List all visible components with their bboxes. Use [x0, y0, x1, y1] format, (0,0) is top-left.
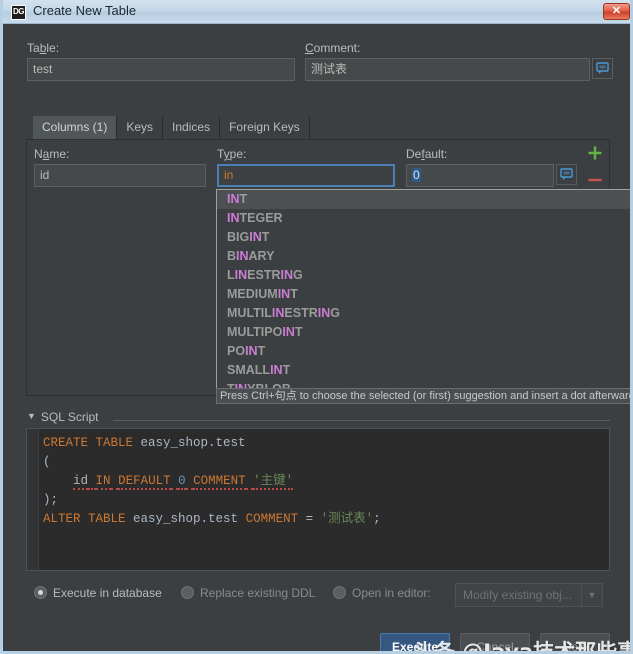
tab-columns[interactable]: Columns (1): [33, 116, 118, 139]
radio-dot-icon: [181, 586, 194, 599]
autocomplete-item[interactable]: MULTILINESTRING: [217, 304, 630, 323]
tab-foreign-keys[interactable]: Foreign Keys: [220, 116, 310, 139]
column-default-value: 0: [412, 168, 421, 182]
editor-gutter: [27, 429, 39, 570]
autocomplete-item[interactable]: INTEGER: [217, 209, 630, 228]
autocomplete-item[interactable]: INT: [217, 190, 630, 209]
autocomplete-item[interactable]: MEDIUMINT: [217, 285, 630, 304]
autocomplete-item[interactable]: BIGINT: [217, 228, 630, 247]
type-autocomplete-popup[interactable]: INT INTEGER BIGINT BINARY LINESTRING MED…: [216, 189, 630, 394]
dialog-body: Table: test Comment: 测试表 Columns (1) Key…: [3, 24, 630, 651]
column-default-input[interactable]: 0: [406, 164, 554, 187]
radio-dot-icon: [333, 586, 346, 599]
cancel-button[interactable]: Cancel: [460, 633, 530, 651]
autocomplete-item[interactable]: POINT: [217, 342, 630, 361]
radio-open-in-editor[interactable]: Open in editor:: [333, 586, 431, 600]
section-divider: [113, 420, 610, 421]
radio-label: Execute in database: [53, 586, 162, 600]
editor-target-value: Modify existing obj...: [463, 588, 572, 602]
tab-keys[interactable]: Keys: [117, 116, 164, 139]
autocomplete-hint: Press Ctrl+句点 to choose the selected (or…: [216, 388, 630, 404]
column-type-label: Type:: [217, 147, 247, 161]
autocomplete-item[interactable]: SMALLINT: [217, 361, 630, 380]
chevron-down-icon: ▼: [581, 584, 602, 606]
column-name-label: Name:: [34, 147, 70, 161]
radio-replace-existing-ddl[interactable]: Replace existing DDL: [181, 586, 315, 600]
column-default-label: Default:: [406, 147, 448, 161]
autocomplete-item[interactable]: BINARY: [217, 247, 630, 266]
radio-label: Open in editor:: [352, 586, 431, 600]
collapse-triangle-icon: ▼: [27, 411, 36, 421]
comment-bubble-icon[interactable]: [592, 58, 613, 79]
close-window-button[interactable]: ✕: [603, 3, 630, 20]
sql-code: CREATE TABLE easy_shop.test ( id IN DEFA…: [43, 436, 381, 526]
column-type-input[interactable]: in: [217, 164, 395, 187]
tab-indices[interactable]: Indices: [163, 116, 221, 139]
execute-button[interactable]: Execute: [380, 633, 450, 651]
speech-bubble-icon: [560, 168, 573, 180]
datagrip-app-icon: DG: [11, 5, 26, 20]
add-column-button[interactable]: [587, 145, 607, 165]
autocomplete-item[interactable]: LINESTRING: [217, 266, 630, 285]
table-name-input[interactable]: test: [27, 58, 295, 81]
comment-input[interactable]: 测试表: [305, 58, 590, 81]
column-comment-bubble-icon[interactable]: [556, 164, 577, 185]
help-button[interactable]: Help: [540, 633, 610, 651]
sql-script-label: SQL Script: [40, 410, 99, 424]
sql-script-section-header[interactable]: ▼ SQL Script: [27, 410, 99, 424]
radio-execute-in-database[interactable]: Execute in database: [34, 586, 162, 600]
plus-icon: [588, 146, 602, 160]
comment-label: Comment:: [305, 41, 361, 55]
radio-dot-icon: [34, 586, 47, 599]
table-editor-tabs: Columns (1) Keys Indices Foreign Keys: [33, 116, 310, 139]
speech-bubble-icon: [596, 62, 609, 74]
column-name-input[interactable]: id: [34, 164, 206, 187]
autocomplete-item[interactable]: MULTIPOINT: [217, 323, 630, 342]
radio-label: Replace existing DDL: [200, 586, 316, 600]
minus-icon: [588, 178, 602, 182]
window-title: Create New Table: [33, 3, 137, 18]
table-name-label: Table:: [27, 41, 60, 55]
sql-script-editor[interactable]: CREATE TABLE easy_shop.test ( id IN DEFA…: [26, 428, 610, 571]
create-new-table-dialog: DG Create New Table ✕ Table: test Commen…: [0, 0, 633, 654]
title-bar: DG Create New Table ✕: [3, 0, 630, 24]
editor-target-select[interactable]: Modify existing obj... ▼: [455, 583, 603, 607]
